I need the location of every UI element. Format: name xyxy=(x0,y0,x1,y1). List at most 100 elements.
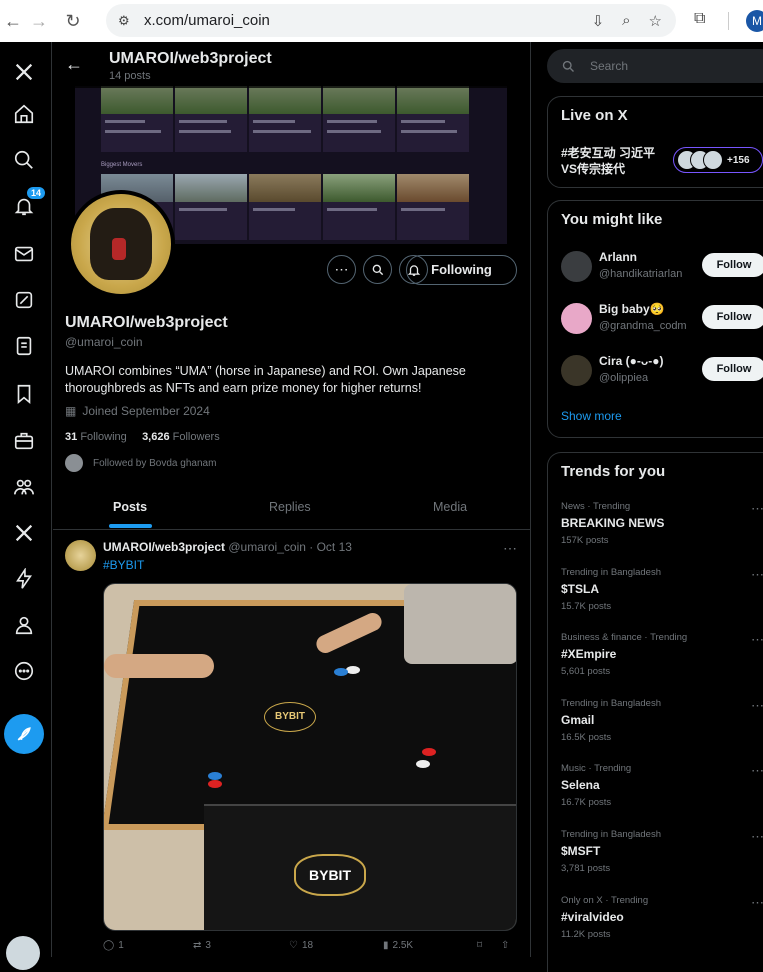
reload-icon[interactable]: ↻ xyxy=(60,11,86,32)
view-count: 2.5K xyxy=(392,940,414,951)
profile-person-icon[interactable] xyxy=(8,609,40,641)
trend-more-icon[interactable]: ⋯ xyxy=(751,501,763,517)
grok-icon[interactable] xyxy=(8,284,40,316)
browser-profile-avatar[interactable]: M xyxy=(746,10,763,32)
followed-by-row[interactable]: Followed by Bovda ghanam xyxy=(65,454,216,472)
account-avatar[interactable] xyxy=(6,936,40,970)
forward-arrow-icon[interactable]: → xyxy=(26,11,52,32)
active-tab-indicator xyxy=(109,524,152,528)
poker-chip xyxy=(334,668,348,676)
more-options-button[interactable]: ⋯ xyxy=(327,255,356,284)
joined-text: Joined September 2024 xyxy=(82,404,210,418)
reply-button[interactable]: ◯ 1 xyxy=(103,940,124,951)
messages-mail-icon[interactable] xyxy=(8,238,40,270)
x-logo-icon[interactable] xyxy=(8,56,40,88)
trend-more-icon[interactable]: ⋯ xyxy=(751,763,763,779)
site-settings-icon[interactable]: ⚙ xyxy=(118,13,140,29)
repost-count: 3 xyxy=(205,940,211,951)
notifications-bell-icon[interactable]: 14 xyxy=(8,186,47,222)
tweet-more-icon[interactable]: ⋯ xyxy=(503,540,517,557)
tweet-author-avatar[interactable] xyxy=(65,540,96,571)
user-avatar[interactable] xyxy=(561,355,592,386)
follow-button[interactable]: Follow xyxy=(702,305,763,329)
trend-meta: Only on X · Trending xyxy=(561,895,649,906)
trend-item[interactable]: Business & finance · Trending #XEmpire 5… xyxy=(561,632,763,677)
trends-panel: Trends for you News · Trending BREAKING … xyxy=(547,452,763,972)
following-link[interactable]: 31 Following xyxy=(65,431,127,443)
like-button[interactable]: ♡ 18 xyxy=(289,940,313,951)
trend-item[interactable]: Music · Trending Selena 16.7K posts ⋯ xyxy=(561,763,763,808)
suggested-user[interactable]: Big baby🥺 @grandma_codm Follow xyxy=(561,299,763,339)
followers-link[interactable]: 3,626 Followers xyxy=(142,431,220,443)
tab-replies[interactable]: Replies xyxy=(269,500,311,514)
live-listeners-pill[interactable]: +156 xyxy=(673,147,763,173)
listener-avatar xyxy=(703,150,723,170)
trend-more-icon[interactable]: ⋯ xyxy=(751,632,763,648)
trend-more-icon[interactable]: ⋯ xyxy=(751,829,763,845)
toolbar-divider xyxy=(728,12,729,30)
live-on-x-panel: Live on X #老安互动 习近平VS传宗接代 +156 xyxy=(547,96,763,188)
share-button[interactable]: ⇧ xyxy=(501,940,509,951)
address-bar[interactable]: ⚙ x.com/umaroi_coin ⇩ ⌕ ☆ xyxy=(106,4,676,37)
user-avatar[interactable] xyxy=(561,251,592,282)
trend-more-icon[interactable]: ⋯ xyxy=(751,567,763,583)
install-icon[interactable]: ⇩ xyxy=(592,12,605,30)
trend-meta: Trending in Bangladesh xyxy=(561,698,661,709)
profile-handle: @umaroi_coin xyxy=(65,335,143,349)
banner-nft-card xyxy=(323,86,395,152)
repost-button[interactable]: ⇄ 3 xyxy=(193,940,211,951)
more-circle-icon[interactable] xyxy=(8,655,40,687)
trend-item[interactable]: Only on X · Trending #viralvideo 11.2K p… xyxy=(561,895,763,940)
explore-search-icon[interactable] xyxy=(8,144,40,176)
lists-icon[interactable] xyxy=(8,330,40,362)
search-profile-button[interactable] xyxy=(363,255,392,284)
search-input[interactable]: Search xyxy=(547,49,763,83)
suggested-user[interactable]: Cira (●-ᴗ-●) @olippiea Follow xyxy=(561,351,763,391)
communities-icon[interactable] xyxy=(8,471,40,503)
suggested-user[interactable]: Arlann @handikatriarlan Follow xyxy=(561,247,763,287)
tab-posts[interactable]: Posts xyxy=(113,500,147,514)
zoom-icon[interactable]: ⌕ xyxy=(622,12,630,30)
table-logo: BYBIT xyxy=(264,702,316,732)
trend-topic: BREAKING NEWS xyxy=(561,516,665,530)
trend-item[interactable]: Trending in Bangladesh $MSFT 3,781 posts… xyxy=(561,829,763,874)
trend-topic: Selena xyxy=(561,778,600,792)
premium-x-icon[interactable] xyxy=(8,517,40,549)
trend-post-count: 157K posts xyxy=(561,535,609,546)
tweet-hashtag[interactable]: #BYBIT xyxy=(103,558,144,572)
bookmarks-icon[interactable] xyxy=(8,378,40,410)
trend-item[interactable]: Trending in Bangladesh $TSLA 15.7K posts… xyxy=(561,567,763,612)
back-arrow-icon[interactable]: ← xyxy=(0,11,26,32)
search-placeholder: Search xyxy=(590,59,629,73)
follow-button[interactable]: Follow xyxy=(702,357,763,381)
verified-orgs-lightning-icon[interactable] xyxy=(8,563,40,595)
back-arrow-icon[interactable]: ← xyxy=(65,54,83,75)
bookmark-star-icon[interactable]: ☆ xyxy=(649,12,662,30)
following-button[interactable]: Following xyxy=(406,255,517,285)
follower-mini-avatar xyxy=(65,454,83,472)
jobs-briefcase-icon[interactable] xyxy=(8,425,40,457)
trend-item[interactable]: Trending in Bangladesh Gmail 16.5K posts… xyxy=(561,698,763,743)
follow-button[interactable]: Follow xyxy=(702,253,763,277)
trend-post-count: 3,781 posts xyxy=(561,863,611,874)
live-space-title[interactable]: #老安互动 习近平VS传宗接代 xyxy=(561,145,671,177)
tweet-handle-time[interactable]: @umaroi_coin · Oct 13 xyxy=(228,540,352,554)
profile-avatar[interactable] xyxy=(67,190,175,298)
trend-more-icon[interactable]: ⋯ xyxy=(751,698,763,714)
home-icon[interactable] xyxy=(8,98,40,130)
tweet-author-name[interactable]: UMAROI/web3project xyxy=(103,540,225,554)
extensions-icon[interactable]: ⧉ xyxy=(694,10,705,28)
views-button[interactable]: ▮ 2.5K xyxy=(383,940,413,951)
post-feather-icon[interactable] xyxy=(4,714,44,754)
show-more-link[interactable]: Show more xyxy=(561,409,622,423)
trend-more-icon[interactable]: ⋯ xyxy=(751,895,763,911)
player-hand xyxy=(104,654,214,678)
tweet-media-image[interactable]: BYBIT BYBIT xyxy=(103,583,517,931)
browser-toolbar: ← → ↻ ⚙ x.com/umaroi_coin ⇩ ⌕ ☆ ⧉ M xyxy=(0,0,763,42)
user-avatar[interactable] xyxy=(561,303,592,334)
trend-item[interactable]: News · Trending BREAKING NEWS 157K posts… xyxy=(561,501,763,546)
tab-media[interactable]: Media xyxy=(433,500,467,514)
bookmark-button[interactable]: ⌑ xyxy=(477,940,482,951)
user-name: Cira (●-ᴗ-●) xyxy=(599,354,664,368)
heart-icon: ♡ xyxy=(289,940,298,951)
